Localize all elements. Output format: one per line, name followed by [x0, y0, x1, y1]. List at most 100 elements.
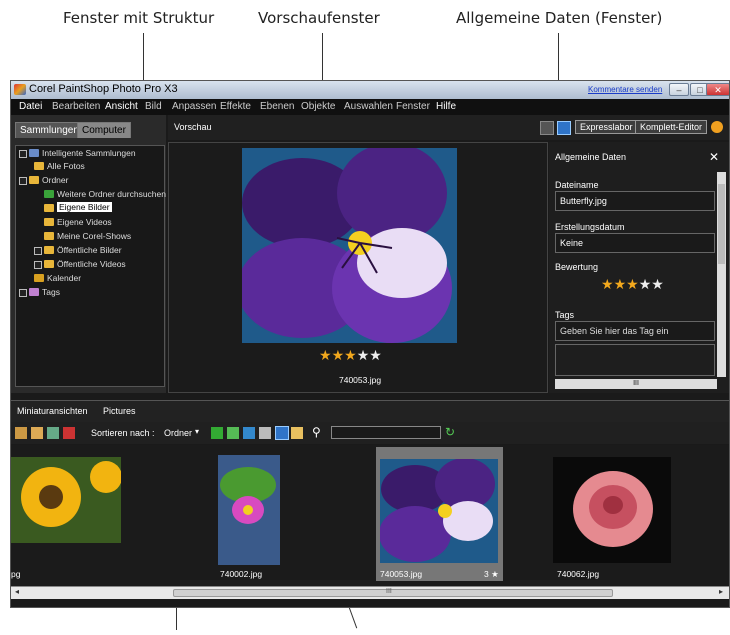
tab-computer[interactable]: Computer: [77, 122, 131, 138]
info-icon[interactable]: [275, 426, 289, 440]
rating-stars: ★★★★★: [601, 276, 664, 294]
star-icon[interactable]: ★: [332, 347, 345, 363]
expand-icon[interactable]: [19, 150, 27, 158]
tags-label: Tags: [555, 310, 575, 320]
tree-item-kalender[interactable]: Kalender: [47, 273, 81, 283]
refresh-icon[interactable]: ↻: [445, 425, 455, 439]
komplett-editor-button[interactable]: Komplett-Editor: [635, 120, 708, 134]
tree-item-eigene-videos[interactable]: Eigene Videos: [57, 217, 112, 227]
expand-icon[interactable]: [34, 247, 42, 255]
expresslabor-button[interactable]: Expresslabor: [575, 120, 638, 134]
tab-sammlungen[interactable]: Sammlungen: [15, 122, 84, 138]
star-icon[interactable]: ★: [626, 276, 639, 292]
rotate-right-icon[interactable]: [227, 427, 239, 439]
star-icon[interactable]: ★: [369, 347, 382, 363]
menu-objekte[interactable]: Objekte: [301, 101, 335, 112]
grid-view-icon[interactable]: [540, 121, 554, 135]
panel-close-icon[interactable]: ✕: [709, 150, 719, 164]
tab-miniaturansichten[interactable]: Miniaturansichten: [17, 406, 88, 416]
folder-icon: [44, 246, 54, 254]
star-icon[interactable]: ★: [614, 276, 627, 292]
scroll-right-icon[interactable]: ▸: [719, 587, 723, 596]
sort-dropdown[interactable]: Ordner: [164, 428, 192, 438]
smart-collection-icon: [29, 149, 39, 157]
menu-ebenen[interactable]: Ebenen: [260, 101, 294, 112]
star-icon[interactable]: ★: [639, 276, 652, 292]
collapse-icon[interactable]: [19, 177, 27, 185]
menu-effekte[interactable]: Effekte: [220, 101, 251, 112]
vertical-scrollbar[interactable]: [717, 172, 726, 377]
tree-item-alle-fotos[interactable]: Alle Fotos: [47, 161, 85, 171]
adjust-icon[interactable]: [47, 427, 59, 439]
menu-hilfe[interactable]: Hilfe: [436, 101, 456, 112]
thumbnail-sunflower[interactable]: [11, 457, 121, 543]
tags-input[interactable]: Geben Sie hier das Tag ein: [555, 321, 715, 341]
browse-folders-icon: [44, 190, 54, 198]
scroll-left-icon[interactable]: ◂: [15, 587, 19, 596]
app-window: Corel PaintShop Photo Pro X3 Kommentare …: [10, 80, 730, 608]
tree-item-oeffentliche-bilder[interactable]: Öffentliche Bilder: [57, 245, 122, 255]
thumbnail-toolbar: Sortieren nach : Ordner ▾ ⚲ ↻: [11, 422, 729, 444]
horizontal-scrollbar[interactable]: III: [555, 379, 717, 389]
date-field[interactable]: Keine: [555, 233, 715, 253]
help-icon[interactable]: [711, 121, 723, 133]
filename-field[interactable]: Butterfly.jpg: [555, 191, 715, 211]
menu-bearbeiten[interactable]: Bearbeiten: [52, 101, 100, 112]
tree-item-ordner[interactable]: Ordner: [42, 175, 68, 185]
star-icon[interactable]: ★: [319, 347, 332, 363]
scrollbar-thumb[interactable]: III: [173, 588, 613, 597]
minimize-button[interactable]: –: [669, 83, 689, 96]
preview-filename: 740053.jpg: [339, 375, 382, 385]
thumbnail-lotus[interactable]: [218, 455, 280, 565]
chevron-down-icon[interactable]: ▾: [195, 427, 199, 436]
rotate-left-icon[interactable]: [211, 427, 223, 439]
tree-item-weitere-ordner[interactable]: Weitere Ordner durchsuchen: [57, 189, 166, 199]
date-label: Erstellungsdatum: [555, 222, 625, 232]
feedback-link[interactable]: Kommentare senden: [588, 85, 662, 94]
star-icon[interactable]: ★: [344, 347, 357, 363]
delete-icon[interactable]: [63, 427, 75, 439]
tree-item-intelligente-sammlungen[interactable]: Intelligente Sammlungen: [42, 148, 136, 158]
thumbnail-rose[interactable]: [553, 457, 671, 563]
thumbnail-caption: 740062.jpg: [557, 569, 600, 579]
thumbnail-selected[interactable]: 740053.jpg 3 ★: [376, 447, 503, 581]
sort-label: Sortieren nach :: [91, 428, 155, 438]
tree-item-oeffentliche-videos[interactable]: Öffentliche Videos: [57, 259, 126, 269]
expand-icon[interactable]: [34, 261, 42, 269]
expand-icon[interactable]: [19, 289, 27, 297]
thumbnail-tabs: Miniaturansichten Pictures: [11, 400, 729, 422]
thumbnail-violet[interactable]: [380, 459, 498, 563]
columns-view-icon[interactable]: [557, 121, 571, 135]
search-input[interactable]: [331, 426, 441, 439]
tree-item-eigene-bilder[interactable]: Eigene Bilder: [57, 202, 112, 212]
star-icon[interactable]: ★: [357, 347, 370, 363]
close-button[interactable]: ✕: [706, 83, 729, 96]
tag-icon: [29, 288, 39, 296]
menu-bild[interactable]: Bild: [145, 101, 162, 112]
folder-icon: [44, 232, 54, 240]
menu-fenster[interactable]: Fenster: [396, 101, 430, 112]
tab-pictures[interactable]: Pictures: [103, 406, 136, 416]
thumbnail-scrollbar[interactable]: ◂ III ▸: [11, 586, 729, 599]
menu-anpassen[interactable]: Anpassen: [172, 101, 216, 112]
mail-icon[interactable]: [291, 427, 303, 439]
menu-datei[interactable]: Datei: [19, 101, 42, 112]
star-icon[interactable]: ★: [651, 276, 664, 292]
window-title: Corel PaintShop Photo Pro X3: [29, 83, 178, 95]
slideshow-icon[interactable]: [243, 427, 255, 439]
retouch-icon[interactable]: [31, 427, 43, 439]
tree-item-corel-shows[interactable]: Meine Corel-Shows: [57, 231, 131, 241]
scrollbar-thumb[interactable]: [718, 184, 725, 264]
star-icon[interactable]: ★: [601, 276, 614, 292]
menu-auswahlen[interactable]: Auswahlen: [344, 101, 393, 112]
folder-icon: [44, 204, 54, 212]
search-icon: ⚲: [312, 425, 321, 439]
print-icon[interactable]: [259, 427, 271, 439]
menu-ansicht[interactable]: Ansicht: [105, 101, 138, 112]
menu-bar: Datei Bearbeiten Ansicht Bild Anpassen E…: [11, 99, 729, 115]
folder-icon: [29, 176, 39, 184]
tree-item-tags[interactable]: Tags: [42, 287, 60, 297]
callout-general-data: Allgemeine Daten (Fenster): [456, 9, 663, 27]
callout-preview: Vorschaufenster: [258, 9, 380, 27]
edit-icon[interactable]: [15, 427, 27, 439]
